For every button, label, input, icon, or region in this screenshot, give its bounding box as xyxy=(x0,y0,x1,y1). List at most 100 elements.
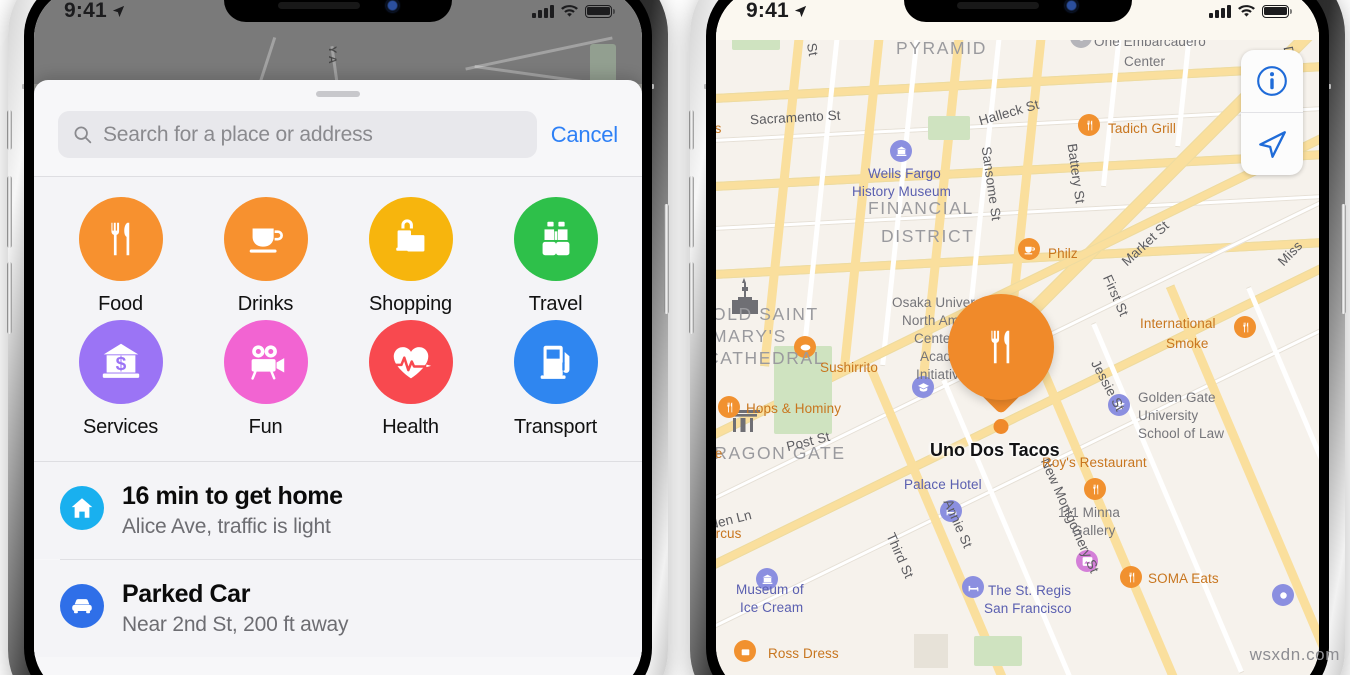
phone-screen-left: Y A 9:41 Search for a place or address C… xyxy=(34,0,642,675)
poi-marker-roys-restaurant[interactable] xyxy=(1084,478,1106,500)
iphone-left: Y A 9:41 Search for a place or address C… xyxy=(7,0,669,675)
location-arrow-icon xyxy=(112,5,124,17)
category-circle xyxy=(513,197,598,281)
svg-text:$: $ xyxy=(115,354,126,375)
category-drinks[interactable]: Drinks xyxy=(193,197,338,316)
category-health[interactable]: Health xyxy=(338,320,483,439)
poi-marker-st-regis[interactable] xyxy=(962,576,984,598)
cancel-button[interactable]: Cancel xyxy=(551,122,618,148)
category-fun[interactable]: Fun xyxy=(193,320,338,439)
current-location-button[interactable] xyxy=(1241,113,1303,175)
power-button[interactable] xyxy=(1341,204,1346,314)
power-button[interactable] xyxy=(664,204,669,314)
volume-up-button[interactable] xyxy=(689,176,694,248)
category-shopping[interactable]: Shopping xyxy=(338,197,483,316)
selected-place-pin[interactable] xyxy=(948,294,1054,434)
battery-icon xyxy=(585,4,615,18)
map-district-label: FINANCIAL xyxy=(868,198,974,218)
map-controls xyxy=(1241,50,1303,175)
volume-up-button[interactable] xyxy=(7,176,12,248)
poi-marker-wells-fargo-history-museum[interactable] xyxy=(890,140,912,162)
category-circle xyxy=(223,320,308,404)
background-map-street-label: Y A xyxy=(326,46,338,64)
search-input[interactable]: Search for a place or address xyxy=(58,111,537,158)
car-icon-badge xyxy=(60,583,104,628)
volume-down-button[interactable] xyxy=(7,262,12,334)
category-travel[interactable]: Travel xyxy=(483,197,628,316)
map-place-label: Museum of xyxy=(736,582,804,597)
map-district-label: DISTRICT xyxy=(881,226,975,246)
status-indicators xyxy=(532,4,615,18)
wifi-icon xyxy=(1238,4,1255,17)
heart-pulse-icon xyxy=(392,347,431,379)
map-place-label: Tadich Grill xyxy=(1108,121,1176,136)
mute-switch[interactable] xyxy=(7,110,12,150)
category-circle xyxy=(368,197,453,281)
search-sheet: Search for a place or address Cancel Foo… xyxy=(34,80,642,675)
category-label: Health xyxy=(382,416,439,438)
map-place-label: Gallery xyxy=(1072,523,1116,538)
category-grid: Food Drinks Shopping Travel $ Services F… xyxy=(34,177,642,461)
status-time-group: 9:41 xyxy=(746,0,808,23)
movie-camera-icon xyxy=(250,345,284,380)
battery-icon xyxy=(1262,4,1292,18)
suggestion-title: 16 min to get home xyxy=(122,482,343,510)
map-canvas[interactable]: PYRAMID FINANCIAL DISTRICT OLD SAINT MARY'S C… xyxy=(716,0,1319,675)
screenshot-stage: Y A 9:41 Search for a place or address C… xyxy=(0,0,1350,675)
car-icon xyxy=(72,598,92,614)
category-label: Shopping xyxy=(369,293,452,315)
category-circle xyxy=(223,197,308,281)
phone-bezel: Y A 9:41 Search for a place or address C… xyxy=(24,0,652,675)
map-district-label: OLD SAINT xyxy=(716,304,819,324)
poi-marker-philz[interactable] xyxy=(1018,238,1040,260)
map-place-label: Wells Fargo xyxy=(868,166,941,181)
poi-marker-tadich-grill[interactable] xyxy=(1078,114,1100,136)
phone-screen-right: PYRAMID FINANCIAL DISTRICT OLD SAINT MARY'S C… xyxy=(716,0,1319,675)
pin-bubble xyxy=(948,294,1054,400)
wifi-icon xyxy=(561,4,578,17)
category-label: Drinks xyxy=(237,293,294,315)
mute-switch[interactable] xyxy=(689,110,694,150)
map-info-button[interactable] xyxy=(1241,50,1303,112)
map-street-label: Battery St xyxy=(1064,142,1088,205)
search-placeholder: Search for a place or address xyxy=(103,122,373,146)
map-place-label: 111 Minna xyxy=(1058,505,1120,520)
fork-knife-icon xyxy=(110,222,129,256)
volume-down-button[interactable] xyxy=(689,262,694,334)
poi-marker-ross-dress[interactable] xyxy=(734,640,756,662)
location-arrow-icon xyxy=(794,5,806,17)
suggestion-text: Parked Car Near 2nd St, 200 ft away xyxy=(122,580,349,637)
search-row: Search for a place or address Cancel xyxy=(34,97,642,176)
category-label: Transport xyxy=(513,416,598,438)
category-circle: $ xyxy=(78,320,163,404)
category-services[interactable]: $ Services xyxy=(48,320,193,439)
category-label: Travel xyxy=(528,293,583,315)
category-transport[interactable]: Transport xyxy=(483,320,628,439)
suggestion-row-parked-car[interactable]: Parked Car Near 2nd St, 200 ft away xyxy=(34,559,642,657)
binoculars-icon xyxy=(542,221,569,256)
suggestion-row-home[interactable]: 16 min to get home Alice Ave, traffic is… xyxy=(34,462,642,559)
category-food[interactable]: Food xyxy=(48,197,193,316)
status-time: 9:41 xyxy=(64,0,107,22)
poi-marker-international-smoke[interactable] xyxy=(1234,316,1256,338)
suggestion-subtitle: Near 2nd St, 200 ft away xyxy=(122,612,349,636)
fuel-pump-icon xyxy=(540,345,569,379)
poi-marker[interactable] xyxy=(1272,584,1294,606)
map-district-label: CATHEDRAL xyxy=(716,348,826,368)
coffee-cup-icon xyxy=(249,228,283,253)
selected-place-label: Uno Dos Tacos xyxy=(930,440,1060,460)
category-label: Fun xyxy=(248,416,283,438)
notch-left xyxy=(224,0,452,22)
category-circle xyxy=(368,320,453,404)
poi-marker-hops-hominy[interactable] xyxy=(718,396,740,418)
poi-marker-soma-eats[interactable] xyxy=(1120,566,1142,588)
earpiece-speaker-icon xyxy=(277,1,360,9)
map-place-label: Ross Dress xyxy=(768,646,839,661)
map-place-label: Ice Cream xyxy=(740,600,804,615)
map-place-label: International xyxy=(1140,316,1216,331)
home-icon xyxy=(71,498,93,518)
info-circle-icon xyxy=(1257,66,1287,96)
status-indicators xyxy=(1209,4,1292,18)
map-place-label: Center xyxy=(1124,54,1166,69)
category-circle xyxy=(513,320,598,404)
